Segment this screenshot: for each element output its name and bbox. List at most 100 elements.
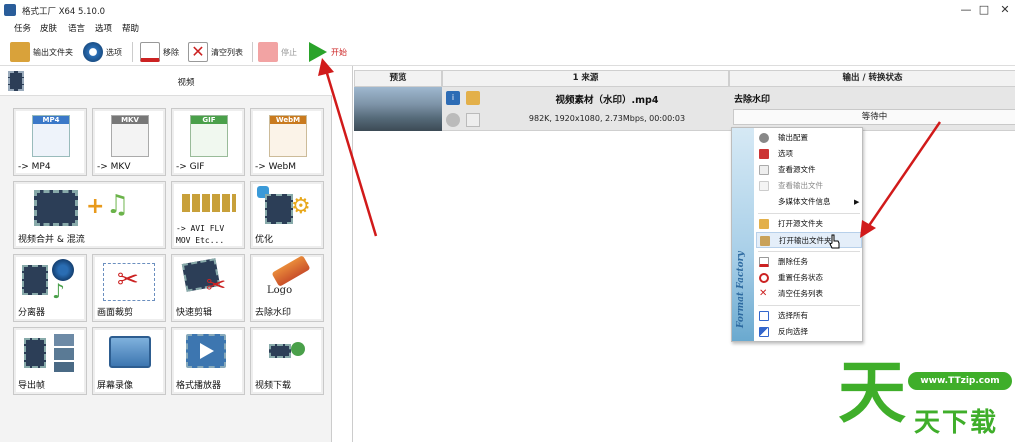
toolbar-divider [132, 42, 133, 62]
stop-icon [258, 42, 278, 62]
menu-options[interactable]: 选项 [95, 22, 112, 34]
invert-selection-icon [759, 327, 769, 337]
column-preview[interactable]: 预览 [354, 70, 442, 87]
menu-bar: 任务 皮肤 语言 选项 帮助 [0, 20, 1015, 36]
close-button[interactable]: ✕ [994, 3, 1015, 17]
maximize-button[interactable]: □ [973, 3, 995, 17]
watermark-text: 天下载 [914, 408, 999, 438]
tile-video-download[interactable]: 视频下载 [250, 327, 324, 395]
ctx-label: 删除任务 [778, 257, 808, 266]
brand-text: Format Factory [736, 251, 746, 328]
gear-icon: ⚙ [291, 194, 311, 219]
folder-icon [760, 236, 770, 246]
tile-to-gif[interactable]: GIF -> GIF [171, 108, 245, 176]
tile-optimize[interactable]: ⚙ 优化 [250, 181, 324, 249]
player-icon [186, 334, 226, 368]
file-icon [759, 181, 769, 191]
tile-label: -> MP4 [18, 162, 51, 172]
start-button[interactable]: 开始 [306, 40, 347, 64]
tile-crop[interactable]: ✂ 画面裁剪 [92, 254, 166, 322]
gif-file-icon: GIF [190, 115, 228, 157]
reset-icon [759, 273, 769, 283]
ctx-delete-task[interactable]: 删除任务 [756, 254, 862, 270]
menu-task[interactable]: 任务 [14, 22, 31, 34]
tile-to-mkv[interactable]: MKV -> MKV [92, 108, 166, 176]
toolbar: 输出文件夹 选项 移除 ✕ 清空列表 停止 开始 [0, 36, 1015, 66]
tile-to-mp4[interactable]: MP4 -> MP4 [13, 108, 87, 176]
ctx-output-settings[interactable]: 输出配置 [756, 130, 862, 146]
tile-export-frames[interactable]: 导出帧 [13, 327, 87, 395]
app-icon [4, 4, 16, 16]
screen-icon [109, 336, 151, 368]
film-strip-icon [34, 190, 78, 226]
ctx-reset-status[interactable]: 重置任务状态 [756, 270, 862, 286]
tile-label: -> GIF [176, 162, 205, 172]
clear-list-label: 清空列表 [211, 47, 243, 57]
info-icon[interactable]: i [446, 91, 460, 105]
video-thumbnail [354, 87, 442, 131]
column-output[interactable]: 输出 / 转换状态 [729, 70, 1015, 87]
video-section-header[interactable]: 视频 [0, 66, 332, 96]
frame-thumbnail-icon [54, 362, 74, 372]
ctx-open-output-folder[interactable]: 打开输出文件夹 [756, 232, 862, 248]
ctx-view-source[interactable]: 查看源文件 [756, 162, 862, 178]
ctx-select-all[interactable]: 选择所有 [756, 308, 862, 324]
task-status: 等待中 [733, 109, 1015, 125]
window-title: 格式工厂 X64 5.10.0 [22, 7, 106, 17]
ctx-label: 清空任务列表 [778, 289, 823, 298]
tile-to-webm[interactable]: WebM -> WebM [250, 108, 324, 176]
delete-icon [759, 257, 769, 267]
ctx-media-info[interactable]: 多媒体文件信息 ▶ [756, 194, 862, 210]
output-task-name: 去除水印 [734, 95, 771, 105]
folder-icon [759, 219, 769, 229]
frame-thumbnail-icon [54, 348, 74, 360]
tile-remove-watermark[interactable]: Logo 去除水印 [250, 254, 324, 322]
menu-help[interactable]: 帮助 [122, 22, 139, 34]
ctx-invert-selection[interactable]: 反向选择 [756, 324, 862, 340]
plus-icon: + [86, 194, 105, 219]
ctx-label: 输出配置 [778, 133, 808, 142]
stop-button[interactable]: 停止 [258, 40, 297, 64]
ctx-clear-list[interactable]: ✕ 清空任务列表 [756, 286, 862, 302]
download-globe-icon [291, 342, 305, 356]
options-button[interactable]: 选项 [83, 40, 122, 64]
output-folder-button[interactable]: 输出文件夹 [10, 40, 73, 64]
folder-icon[interactable] [466, 91, 480, 105]
tile-splitter[interactable]: ♪ 分离器 [13, 254, 87, 322]
tile-label: 快速剪辑 [176, 308, 213, 318]
ctx-label: 打开源文件夹 [778, 219, 823, 228]
tile-to-avi-flv-mov[interactable]: -> AVI FLV MOV Etc... [171, 181, 245, 249]
gear-icon [759, 133, 769, 143]
ctx-open-source-folder[interactable]: 打开源文件夹 [756, 216, 862, 232]
gear-icon[interactable] [446, 113, 460, 127]
menu-skin[interactable]: 皮肤 [40, 22, 57, 34]
tile-screen-record[interactable]: 屏幕录像 [92, 327, 166, 395]
title-bar: 格式工厂 X64 5.10.0 — □ ✕ [0, 0, 1015, 20]
ctx-label: 重置任务状态 [778, 273, 823, 282]
tile-player[interactable]: 格式播放器 [171, 327, 245, 395]
site-watermark: 天 www.TTzip.com 天下载 [838, 358, 1015, 442]
source-details: 982K, 1920x1080, 2.73Mbps, 00:00:03 [528, 114, 686, 123]
gif-badge: GIF [191, 116, 227, 124]
logo-text: Logo [267, 285, 293, 296]
ctx-divider [758, 305, 860, 306]
remove-button[interactable]: 移除 [140, 40, 179, 64]
column-source[interactable]: 1 来源 [442, 70, 729, 87]
tile-label: 视频合并 & 混流 [18, 235, 85, 245]
task-row[interactable]: i 视频素材（水印）.mp4 982K, 1920x1080, 2.73Mbps… [354, 87, 1015, 131]
context-menu: Format Factory 输出配置 选项 查看源文件 查看输出文件 多媒体文… [731, 127, 863, 342]
film-icon [269, 344, 291, 358]
formats-icon [182, 194, 236, 212]
clear-list-button[interactable]: ✕ 清空列表 [188, 40, 243, 64]
ctx-divider [758, 213, 860, 214]
tile-quick-clip[interactable]: ✂ 快速剪辑 [171, 254, 245, 322]
menu-language[interactable]: 语言 [68, 22, 85, 34]
ctx-view-output[interactable]: 查看输出文件 [756, 178, 862, 194]
tile-merge-mux[interactable]: + ♫ 视频合并 & 混流 [13, 181, 166, 249]
options-icon [83, 42, 103, 62]
ctx-options[interactable]: 选项 [756, 146, 862, 162]
eraser-icon [271, 255, 311, 287]
file-icon[interactable] [466, 113, 480, 127]
clear-icon: ✕ [759, 288, 768, 299]
ctx-label: 查看源文件 [778, 165, 816, 174]
